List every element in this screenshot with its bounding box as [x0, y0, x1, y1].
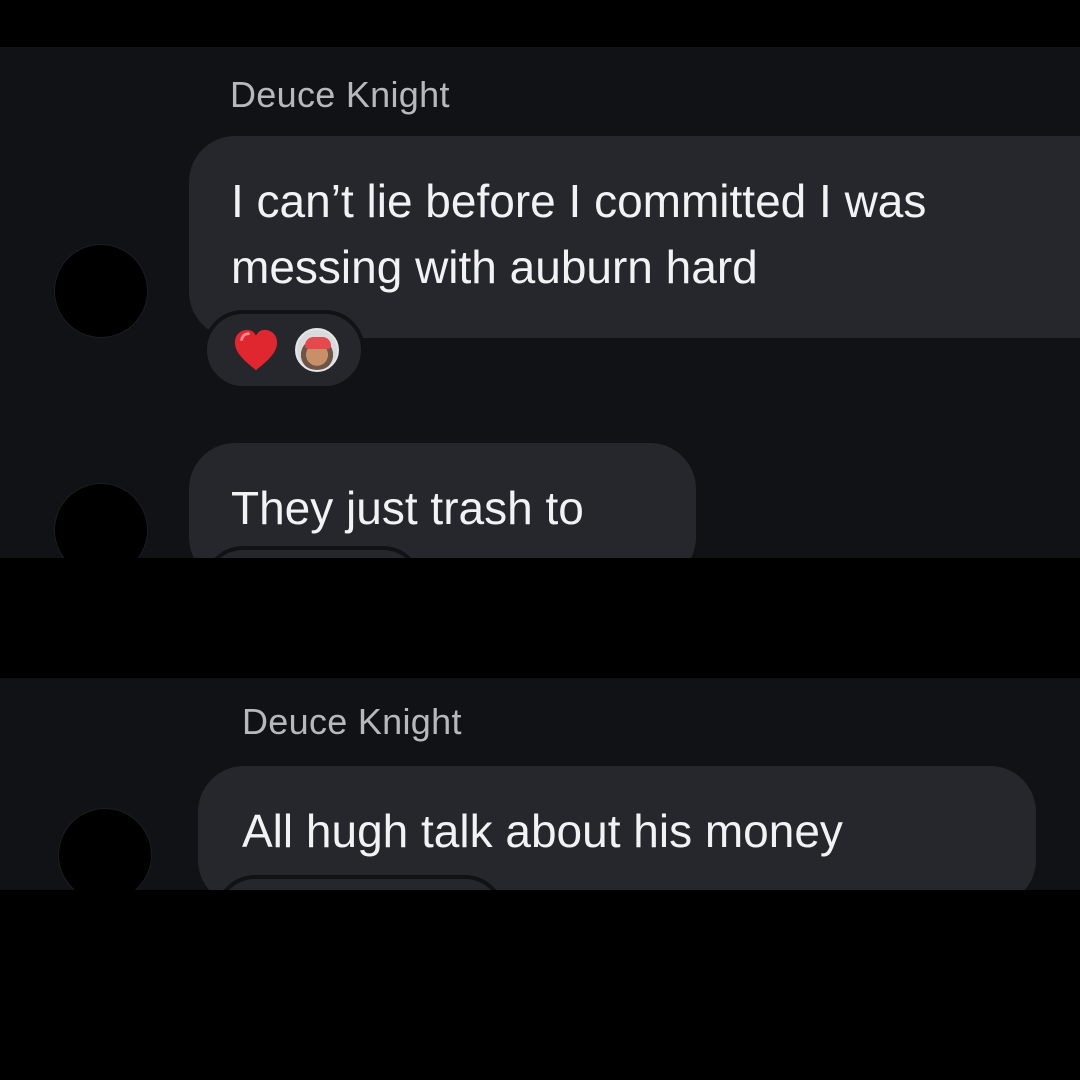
- chat-screenshot-top: Deuce Knight I can’t lie before I commit…: [0, 47, 1080, 558]
- reactor-avatar: [295, 328, 339, 372]
- reactions-pill[interactable]: [203, 546, 423, 558]
- sender-name: Deuce Knight: [230, 74, 450, 115]
- message-line: messing with auburn hard: [231, 241, 758, 293]
- message-line: I can’t lie before I committed I was: [231, 175, 927, 227]
- avatar[interactable]: [54, 244, 148, 338]
- message-bubble[interactable]: I can’t lie before I committed I was mes…: [189, 136, 1080, 338]
- message-text: All hugh talk about his money: [242, 805, 843, 857]
- avatar[interactable]: [54, 483, 148, 558]
- reactions-pill[interactable]: [215, 875, 505, 890]
- message-bubble[interactable]: They just trash to: [189, 443, 696, 558]
- avatar[interactable]: [58, 808, 152, 890]
- heart-icon: [234, 329, 278, 371]
- reactions-pill[interactable]: [203, 310, 365, 390]
- sender-name: Deuce Knight: [242, 701, 462, 742]
- message-bubble[interactable]: All hugh talk about his money: [198, 766, 1036, 890]
- chat-screenshot-bottom: Deuce Knight All hugh talk about his mon…: [0, 678, 1080, 890]
- message-text: They just trash to: [231, 482, 584, 534]
